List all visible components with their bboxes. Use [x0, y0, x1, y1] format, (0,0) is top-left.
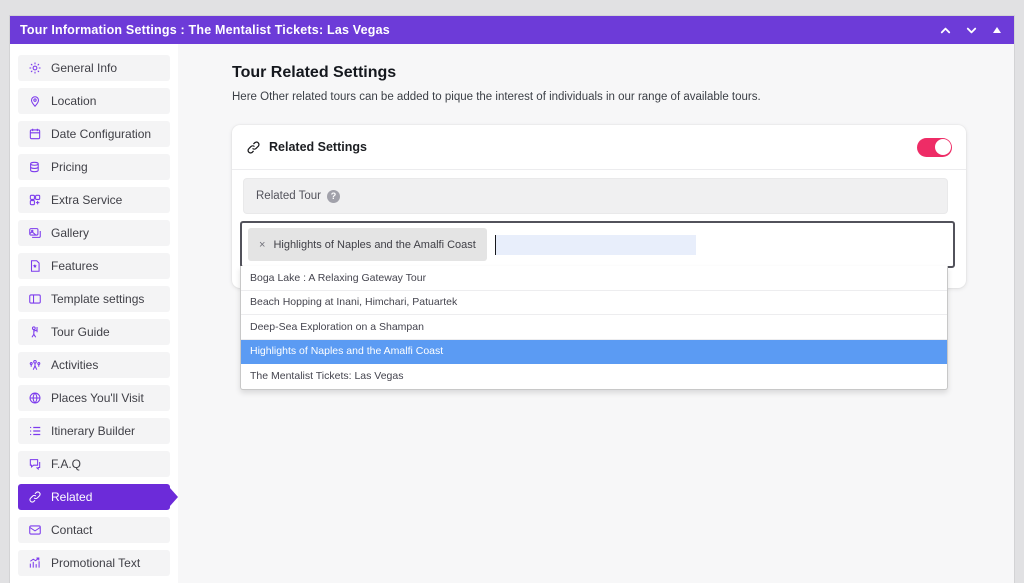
sidebar-item-extra-service[interactable]: Extra Service: [18, 187, 170, 213]
sidebar-item-label: Tour Guide: [51, 325, 110, 339]
guide-person-icon: [28, 325, 42, 339]
main-content: Tour Related Settings Here Other related…: [178, 44, 1014, 583]
images-icon: [28, 226, 42, 240]
app-window: Tour Information Settings : The Mentalis…: [10, 16, 1014, 583]
sidebar-item-label: Promotional Text: [51, 556, 140, 570]
sidebar-item-pricing[interactable]: Pricing: [18, 154, 170, 180]
map-pin-icon: [28, 94, 42, 108]
sidebar-item-features[interactable]: Features: [18, 253, 170, 279]
coins-icon: [28, 160, 42, 174]
dropdown-option[interactable]: The Mentalist Tickets: Las Vegas: [241, 364, 947, 389]
sidebar-item-label: Extra Service: [51, 193, 122, 207]
related-settings-toggle[interactable]: [917, 138, 952, 157]
sidebar-item-label: Location: [51, 94, 96, 108]
sidebar-item-label: General Info: [51, 61, 117, 75]
sidebar: General Info Location Date Configuration…: [10, 44, 178, 583]
sidebar-item-label: Places You'll Visit: [51, 391, 144, 405]
people-icon: [28, 358, 42, 372]
titlebar-actions: [938, 23, 1004, 37]
sidebar-item-places-youll-visit[interactable]: Places You'll Visit: [18, 385, 170, 411]
sidebar-item-date-configuration[interactable]: Date Configuration: [18, 121, 170, 147]
sidebar-item-label: F.A.Q: [51, 457, 81, 471]
sidebar-item-label: Itinerary Builder: [51, 424, 135, 438]
page-title: Tour Related Settings: [232, 64, 966, 82]
chat-icon: [28, 457, 42, 471]
tour-options-dropdown: Boga Lake : A Relaxing Gateway Tour Beac…: [240, 266, 948, 390]
document-star-icon: [28, 259, 42, 273]
card-header: Related Settings: [232, 125, 966, 169]
related-tour-field-label-bar: Related Tour ?: [243, 178, 948, 214]
chart-icon: [28, 556, 42, 570]
related-tour-label: Related Tour: [256, 190, 321, 202]
sidebar-item-location[interactable]: Location: [18, 88, 170, 114]
chevron-down-icon[interactable]: [964, 23, 978, 37]
dropdown-option[interactable]: Deep-Sea Exploration on a Shampan: [241, 315, 947, 340]
dropdown-option[interactable]: Boga Lake : A Relaxing Gateway Tour: [241, 266, 947, 291]
globe-icon: [28, 391, 42, 405]
layout-icon: [28, 292, 42, 306]
toggle-knob: [935, 139, 951, 155]
sidebar-item-label: Gallery: [51, 226, 89, 240]
triangle-up-icon[interactable]: [990, 23, 1004, 37]
sidebar-item-general-info[interactable]: General Info: [18, 55, 170, 81]
titlebar: Tour Information Settings : The Mentalis…: [10, 16, 1014, 44]
sidebar-item-activities[interactable]: Activities: [18, 352, 170, 378]
sidebar-item-label: Activities: [51, 358, 98, 372]
page-subtitle: Here Other related tours can be added to…: [232, 91, 966, 103]
related-tour-select-wrap: × Highlights of Naples and the Amalfi Co…: [240, 221, 955, 268]
list-icon: [28, 424, 42, 438]
sidebar-item-faq[interactable]: F.A.Q: [18, 451, 170, 477]
dropdown-option[interactable]: Beach Hopping at Inani, Himchari, Patuar…: [241, 291, 947, 316]
sidebar-item-label: Pricing: [51, 160, 88, 174]
dropdown-option-highlighted[interactable]: Highlights of Naples and the Amalfi Coas…: [241, 340, 947, 365]
mail-icon: [28, 523, 42, 537]
related-settings-card: Related Settings Related Tour ? × Highli…: [232, 125, 966, 288]
help-icon[interactable]: ?: [327, 190, 340, 203]
sidebar-item-contact[interactable]: Contact: [18, 517, 170, 543]
gear-icon: [28, 61, 42, 75]
link-icon: [28, 490, 42, 504]
sidebar-item-related[interactable]: Related: [18, 484, 170, 510]
sidebar-item-label: Features: [51, 259, 98, 273]
card-header-title: Related Settings: [269, 140, 367, 154]
window-title: Tour Information Settings : The Mentalis…: [20, 23, 390, 37]
sidebar-item-gallery[interactable]: Gallery: [18, 220, 170, 246]
card-divider: [232, 169, 966, 170]
related-tour-multiselect[interactable]: × Highlights of Naples and the Amalfi Co…: [240, 221, 955, 268]
sidebar-item-promotional-text[interactable]: Promotional Text: [18, 550, 170, 576]
sidebar-item-label: Contact: [51, 523, 92, 537]
sidebar-item-itinerary-builder[interactable]: Itinerary Builder: [18, 418, 170, 444]
selected-tour-tag: × Highlights of Naples and the Amalfi Co…: [248, 228, 487, 261]
sidebar-item-label: Related: [51, 490, 92, 504]
grid-plus-icon: [28, 193, 42, 207]
sidebar-item-template-settings[interactable]: Template settings: [18, 286, 170, 312]
calendar-icon: [28, 127, 42, 141]
link-icon: [246, 140, 261, 155]
sidebar-item-label: Template settings: [51, 292, 144, 306]
search-input[interactable]: [496, 235, 696, 255]
remove-tag-icon[interactable]: ×: [259, 239, 265, 251]
chevron-up-icon[interactable]: [938, 23, 952, 37]
sidebar-item-label: Date Configuration: [51, 127, 151, 141]
sidebar-item-tour-guide[interactable]: Tour Guide: [18, 319, 170, 345]
selected-tour-tag-label: Highlights of Naples and the Amalfi Coas…: [273, 239, 475, 251]
